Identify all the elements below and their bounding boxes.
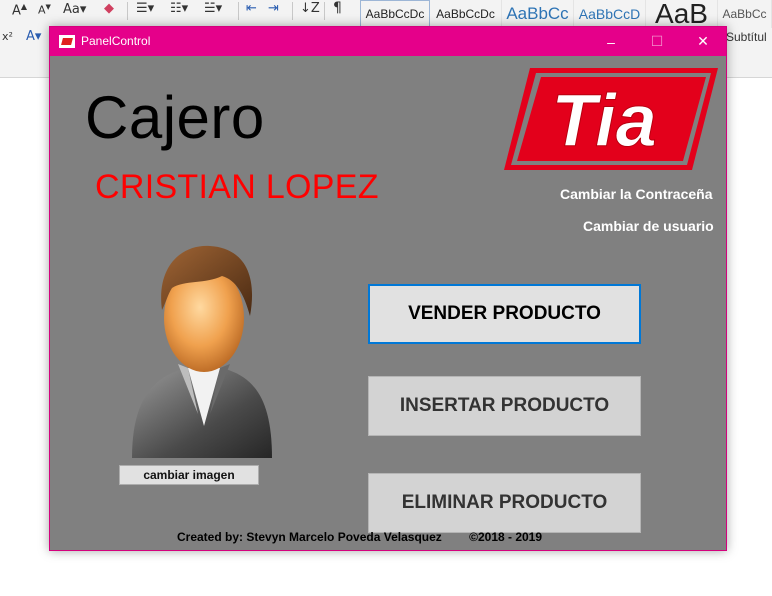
styles-gallery: AaBbCcDc AaBbCcDc AaBbCc AaBbCcD AaB AaB…	[360, 0, 772, 28]
ribbon-separator	[324, 2, 325, 20]
panel-control-window: PanelControl – ☐ ✕ Cajero CRISTIAN LOPEZ…	[49, 26, 727, 551]
font-size-down-icon[interactable]: A▼	[38, 3, 51, 17]
decrease-indent-icon[interactable]: ⇤	[246, 1, 257, 16]
ribbon-separator	[292, 2, 293, 20]
sell-product-button[interactable]: VENDER PRODUCTO	[368, 284, 641, 344]
style-subtitle[interactable]: AaBbCc	[718, 0, 772, 28]
style-no-spacing[interactable]: AaBbCcDc	[430, 0, 502, 28]
text-effects-icon[interactable]: A▾	[26, 29, 41, 44]
change-image-button[interactable]: cambiar imagen	[119, 465, 259, 485]
minimize-button[interactable]: –	[588, 27, 634, 56]
footer: Created by: Stevyn Marcelo Poveda Velasq…	[177, 530, 542, 544]
delete-product-button[interactable]: ELIMINAR PRODUCTO	[368, 473, 641, 533]
font-size-up-icon[interactable]: A▲	[12, 2, 27, 18]
ribbon-separator	[238, 2, 239, 20]
window-title: PanelControl	[81, 34, 151, 48]
minimize-icon: –	[607, 33, 615, 50]
footer-years: ©2018 - 2019	[469, 530, 543, 544]
increase-indent-icon[interactable]: ⇥	[268, 1, 279, 16]
user-avatar	[132, 245, 272, 458]
maximize-icon: ☐	[650, 33, 664, 49]
close-icon: ✕	[697, 33, 709, 49]
insert-product-button[interactable]: INSERTAR PRODUCTO	[368, 376, 641, 436]
user-name: CRISTIAN LOPEZ	[95, 168, 379, 206]
app-icon	[59, 35, 75, 48]
style-heading-2[interactable]: AaBbCcD	[574, 0, 646, 28]
multilevel-list-icon[interactable]: ☱▾	[204, 1, 222, 16]
paragraph-mark-icon[interactable]: ¶	[333, 0, 342, 16]
screen: A▲ A▼ Aa▾ ◆ ☰▾ ☷▾ ☱▾ ⇤ ⇥ ↓Z ¶ x² A▾ AaBb…	[0, 0, 772, 596]
style-heading-1[interactable]: AaBbCc	[502, 0, 574, 28]
change-user-link[interactable]: Cambiar de usuario	[583, 218, 714, 234]
style-title[interactable]: AaB	[646, 0, 718, 28]
maximize-button[interactable]: ☐	[634, 27, 680, 56]
change-password-link[interactable]: Cambiar la Contraceña	[560, 186, 713, 202]
role-title: Cajero	[85, 84, 265, 151]
panel-content: Cajero CRISTIAN LOPEZ Tia Cambiar la Con…	[50, 56, 726, 550]
bullets-icon[interactable]: ☰▾	[136, 1, 154, 16]
superscript-icon[interactable]: x²	[2, 30, 13, 43]
numbering-icon[interactable]: ☷▾	[170, 1, 188, 16]
style-subtitle-label: Subtítul	[726, 30, 767, 44]
clear-formatting-icon[interactable]: ◆	[104, 1, 114, 16]
logo-text: Tia	[551, 79, 657, 162]
footer-credits: Created by: Stevyn Marcelo Poveda Velasq…	[177, 530, 442, 544]
tia-logo: Tia	[504, 68, 718, 170]
change-case-icon[interactable]: Aa▾	[63, 2, 86, 17]
ribbon-separator	[127, 2, 128, 20]
title-bar[interactable]: PanelControl – ☐ ✕	[50, 27, 726, 56]
sort-icon[interactable]: ↓Z	[300, 1, 320, 16]
close-button[interactable]: ✕	[680, 27, 726, 56]
style-normal[interactable]: AaBbCcDc	[360, 0, 430, 28]
